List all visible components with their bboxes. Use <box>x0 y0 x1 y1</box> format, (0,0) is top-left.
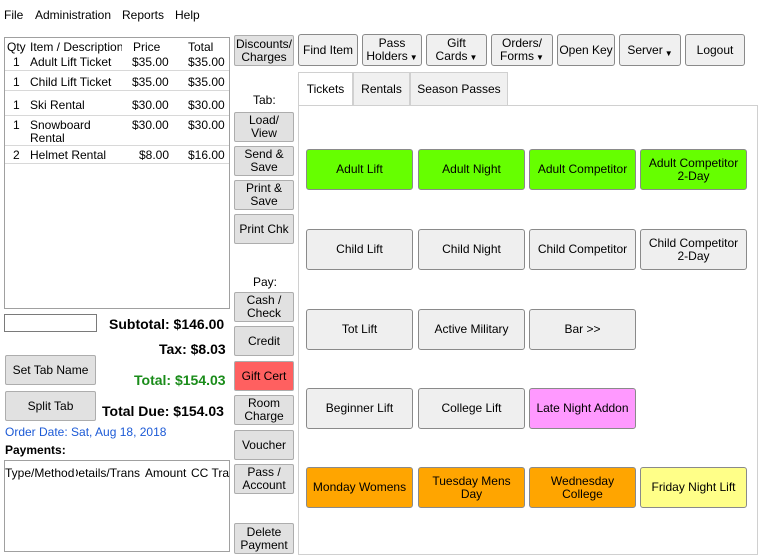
table-row[interactable]: 1 Adult Lift Ticket $35.00 $35.00 <box>5 55 229 71</box>
table-row[interactable]: 1 Ski Rental $30.00 $30.00 <box>5 96 229 116</box>
order-items-table: Qty Item / Description Price Total 1 Adu… <box>4 37 230 309</box>
payments-table: Type/Method Details/Trans Amount CC Tran… <box>4 460 230 552</box>
item-button-child-night[interactable]: Child Night <box>418 229 525 270</box>
split-tab-button[interactable]: Split Tab <box>5 391 96 421</box>
set-tab-name-button[interactable]: Set Tab Name <box>5 355 96 385</box>
item-button-college-lift[interactable]: College Lift <box>418 388 525 429</box>
item-button-tot-lift[interactable]: Tot Lift <box>306 309 413 350</box>
load-view-button[interactable]: Load/ View <box>234 112 294 142</box>
item-button-child-competitor[interactable]: Child Competitor <box>529 229 636 270</box>
total-due-label: Total Due: $154.03 <box>102 403 224 419</box>
menu-bar: File Administration Reports Help <box>0 0 762 28</box>
row-total: $35.00 <box>188 55 225 69</box>
total-label: Total: $154.03 <box>134 372 226 388</box>
row-desc: Helmet Rental <box>30 148 107 162</box>
item-button-monday-womens[interactable]: Monday Womens <box>306 467 413 508</box>
pay-col-type-header: Type/Method <box>5 466 75 480</box>
server-button[interactable]: Server ▼ <box>619 34 681 66</box>
tab-tickets[interactable]: Tickets <box>298 72 353 106</box>
orders-forms-button[interactable]: Orders/Forms ▼ <box>491 34 553 66</box>
row-desc: Ski Rental <box>30 98 85 112</box>
item-button-child-lift[interactable]: Child Lift <box>306 229 413 270</box>
gift-cards-button[interactable]: Gift Cards ▼ <box>426 34 487 66</box>
pay-col-cc-header: CC Trans <box>191 466 229 480</box>
item-button-adult-competitor-2-day[interactable]: Adult Competitor 2-Day <box>640 149 747 190</box>
col-price-header: Price <box>133 40 161 54</box>
send-save-button[interactable]: Send & Save <box>234 146 294 176</box>
discounts-charges-button[interactable]: Discounts/ Charges <box>234 35 294 66</box>
tab-season-passes[interactable]: Season Passes <box>410 72 508 106</box>
col-qty-header: Qty <box>7 40 26 54</box>
row-price: $8.00 <box>139 148 170 162</box>
item-button-active-military[interactable]: Active Military <box>418 309 525 350</box>
logout-button[interactable]: Logout <box>685 34 745 66</box>
table-row[interactable]: 1 Snowboard Rental $30.00 $30.00 <box>5 117 229 146</box>
row-total: $16.00 <box>188 148 225 162</box>
row-price: $35.00 <box>132 55 169 69</box>
server-label: Server <box>627 42 663 57</box>
voucher-button[interactable]: Voucher <box>234 430 294 460</box>
item-button-bar[interactable]: Bar >> <box>529 309 636 350</box>
row-qty: 1 <box>13 118 20 132</box>
table-row[interactable]: 2 Helmet Rental $8.00 $16.00 <box>5 147 229 164</box>
cash-check-button[interactable]: Cash / Check <box>234 292 294 322</box>
pay-col-details-header: Details/Trans <box>76 466 140 480</box>
menu-administration[interactable]: Administration <box>35 8 111 22</box>
dropdown-arrow-icon: ▼ <box>469 52 478 62</box>
pay-col-amount-header: Amount <box>145 466 187 480</box>
tab-section-label: Tab: <box>253 93 276 107</box>
item-button-child-competitor-2-day[interactable]: Child Competitor 2-Day <box>640 229 747 270</box>
tab-rentals[interactable]: Rentals <box>353 72 410 106</box>
item-button-tuesday-mens-day[interactable]: Tuesday Mens Day <box>418 467 525 508</box>
room-charge-button[interactable]: Room Charge <box>234 395 294 425</box>
row-total: $35.00 <box>188 75 225 89</box>
row-total: $30.00 <box>188 98 225 112</box>
row-price: $35.00 <box>132 75 169 89</box>
item-button-late-night-addon[interactable]: Late Night Addon <box>529 388 636 429</box>
item-button-wednesday-college[interactable]: Wednesday College <box>529 467 636 508</box>
row-qty: 1 <box>13 75 20 89</box>
tax-label: Tax: $8.03 <box>159 341 226 357</box>
credit-button[interactable]: Credit <box>234 326 294 356</box>
row-desc: Child Lift Ticket <box>30 75 112 89</box>
item-button-adult-lift[interactable]: Adult Lift <box>306 149 413 190</box>
item-button-beginner-lift[interactable]: Beginner Lift <box>306 388 413 429</box>
order-date: Order Date: Sat, Aug 18, 2018 <box>5 425 167 439</box>
print-save-button[interactable]: Print & Save <box>234 180 294 210</box>
row-qty: 1 <box>13 55 20 69</box>
item-button-adult-night[interactable]: Adult Night <box>418 149 525 190</box>
col-total-header: Total <box>188 40 214 54</box>
dropdown-arrow-icon: ▼ <box>409 52 418 62</box>
row-total: $30.00 <box>188 118 225 132</box>
pass-holders-button[interactable]: Pass Holders ▼ <box>362 34 422 66</box>
menu-file[interactable]: File <box>4 8 23 22</box>
open-key-button[interactable]: Open Key <box>557 34 615 66</box>
print-check-button[interactable]: Print Chk <box>234 214 294 244</box>
item-button-friday-night-lift[interactable]: Friday Night Lift <box>640 467 747 508</box>
delete-payment-button[interactable]: Delete Payment <box>234 523 294 554</box>
item-button-adult-competitor[interactable]: Adult Competitor <box>529 149 636 190</box>
dropdown-arrow-icon: ▼ <box>664 48 673 58</box>
pass-account-button[interactable]: Pass / Account <box>234 464 294 494</box>
menu-help[interactable]: Help <box>175 8 200 22</box>
gift-cert-button[interactable]: Gift Cert <box>234 361 294 391</box>
dropdown-arrow-icon: ▼ <box>536 52 544 62</box>
entry-field[interactable] <box>4 314 97 332</box>
pay-section-label: Pay: <box>253 275 278 289</box>
row-qty: 2 <box>13 148 20 162</box>
row-qty: 1 <box>13 98 20 112</box>
row-price: $30.00 <box>132 118 169 132</box>
row-desc: Snowboard Rental <box>30 118 91 145</box>
find-item-button[interactable]: Find Item <box>298 34 358 66</box>
payments-label: Payments: <box>5 443 66 457</box>
table-row[interactable]: 1 Child Lift Ticket $35.00 $35.00 <box>5 75 229 91</box>
menu-reports[interactable]: Reports <box>122 8 164 22</box>
row-price: $30.00 <box>132 98 169 112</box>
subtotal-label: Subtotal: $146.00 <box>109 316 225 332</box>
row-desc: Adult Lift Ticket <box>30 55 112 69</box>
col-desc-header: Item / Description <box>30 40 122 54</box>
